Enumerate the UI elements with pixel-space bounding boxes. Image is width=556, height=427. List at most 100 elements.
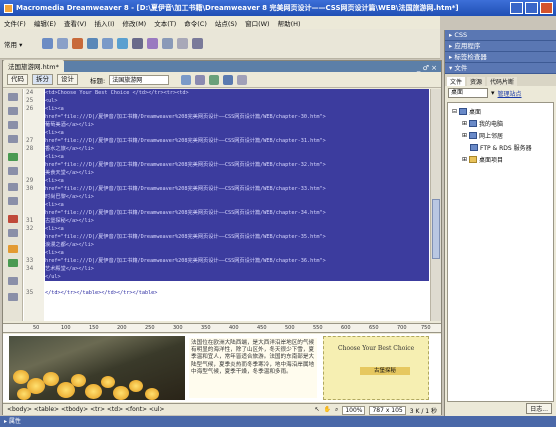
expand-all-icon[interactable] bbox=[8, 135, 18, 143]
menu-edit[interactable]: 编辑(E) bbox=[34, 18, 56, 28]
file-management-icon[interactable] bbox=[181, 74, 192, 85]
highlight-invalid-code-icon[interactable] bbox=[8, 197, 18, 205]
date-icon[interactable] bbox=[147, 38, 159, 49]
sidebox-highlight[interactable]: 古堡探秘 bbox=[360, 367, 410, 375]
tree-node-ftp-rds[interactable]: FTP & RDS 服务器 bbox=[470, 143, 532, 152]
media-icon[interactable] bbox=[132, 38, 144, 49]
chevron-down-icon[interactable]: ▾ bbox=[491, 89, 495, 97]
code-line[interactable]: <li><a bbox=[45, 249, 429, 257]
template-icon[interactable] bbox=[177, 38, 189, 49]
flowers-photo[interactable] bbox=[9, 336, 185, 400]
design-view-button[interactable]: 设计 bbox=[57, 74, 78, 85]
tag-chooser-icon[interactable] bbox=[192, 38, 204, 49]
split-view-button[interactable]: 拆分 bbox=[32, 74, 53, 85]
code-line[interactable]: </td></tr></table></td></tr></table> bbox=[45, 289, 157, 297]
code-line[interactable]: href="file:///D|/夏伊音/加工书籍/Dreamweaver%20… bbox=[45, 137, 429, 145]
files-panel-group[interactable]: ▾ 文件 bbox=[445, 63, 556, 74]
refresh-icon[interactable] bbox=[209, 74, 220, 85]
menu-view[interactable]: 查看(V) bbox=[64, 18, 87, 28]
document-tab[interactable]: 法国旅游网.htm* bbox=[3, 60, 64, 72]
comment-icon[interactable] bbox=[162, 38, 174, 49]
code-line[interactable]: 时尚巴黎</a></li> bbox=[45, 193, 429, 201]
code-line[interactable]: href="file:///D|/夏伊音/加工书籍/Dreamweaver%20… bbox=[45, 209, 429, 217]
outdent-code-icon[interactable] bbox=[8, 293, 18, 301]
layer-icon[interactable] bbox=[102, 38, 114, 49]
code-line[interactable]: <li><a bbox=[45, 177, 429, 185]
collapse-icon[interactable]: ⊟ bbox=[452, 108, 457, 115]
code-line[interactable]: 古堡探秘</a></li> bbox=[45, 217, 429, 225]
image-icon[interactable] bbox=[117, 38, 129, 49]
collapse-selection-icon[interactable] bbox=[8, 121, 18, 129]
tab-assets[interactable]: 资源 bbox=[467, 77, 486, 86]
zoom-level[interactable]: 100% bbox=[342, 406, 366, 415]
window-size[interactable]: 787 x 105 bbox=[369, 406, 406, 415]
code-line[interactable]: 香水之旅</a></li> bbox=[45, 145, 429, 153]
tab-snippets[interactable]: 代码片断 bbox=[487, 77, 518, 86]
select-tool-icon[interactable]: ↖ bbox=[314, 406, 319, 415]
code-line[interactable]: href="file:///D|/夏伊音/加工书籍/Dreamweaver%20… bbox=[45, 113, 429, 121]
code-line[interactable]: <li><a bbox=[45, 105, 429, 113]
expand-icon[interactable]: ⊞ bbox=[462, 132, 467, 139]
menu-text[interactable]: 文本(T) bbox=[154, 18, 176, 28]
table-icon[interactable] bbox=[87, 38, 99, 49]
line-numbers-icon[interactable] bbox=[8, 183, 18, 191]
view-options-icon[interactable] bbox=[223, 74, 234, 85]
code-line[interactable]: <li><a bbox=[45, 129, 429, 137]
menu-commands[interactable]: 命令(C) bbox=[184, 18, 207, 28]
tag-selector[interactable]: <body> <table> <tbody> <tr> <td> <font> … bbox=[7, 406, 164, 413]
code-view-button[interactable]: 代码 bbox=[7, 74, 28, 85]
tree-node-network[interactable]: ⊞ 网上邻居 bbox=[462, 131, 503, 140]
code-line[interactable]: 浪漫之都</a></li> bbox=[45, 241, 429, 249]
email-link-icon[interactable] bbox=[57, 38, 69, 49]
tree-node-desktop-items[interactable]: ⊞ 桌面项目 bbox=[462, 155, 503, 164]
document-window-controls[interactable]: _ ♂ × bbox=[413, 64, 441, 72]
manage-sites-link[interactable]: 管理站点 bbox=[498, 89, 522, 98]
menu-site[interactable]: 站点(S) bbox=[215, 18, 237, 28]
properties-panel-header[interactable]: ▸ 属性 bbox=[0, 416, 556, 427]
remove-comment-icon[interactable] bbox=[8, 229, 18, 237]
close-button[interactable] bbox=[540, 2, 553, 14]
log-button[interactable]: 日志... bbox=[526, 403, 552, 414]
tree-node-desktop[interactable]: ⊟ 桌面 bbox=[452, 107, 481, 116]
expand-icon[interactable]: ⊞ bbox=[462, 120, 467, 127]
code-line[interactable]: href="file:///D|/夏伊音/加工书籍/Dreamweaver%20… bbox=[45, 233, 429, 241]
menu-insert[interactable]: 插入(I) bbox=[95, 18, 115, 28]
code-line[interactable]: <td>Choose Your Best Choice </td></tr><t… bbox=[45, 89, 429, 97]
expand-icon[interactable]: ⊞ bbox=[462, 156, 467, 163]
hand-tool-icon[interactable]: ✋ bbox=[323, 406, 330, 415]
balance-braces-icon[interactable] bbox=[8, 167, 18, 175]
page-title-input[interactable] bbox=[109, 74, 170, 85]
insert-category-dropdown[interactable]: 常用 ▾ bbox=[4, 39, 22, 49]
code-line[interactable]: <li><a bbox=[45, 201, 429, 209]
code-vertical-scrollbar[interactable] bbox=[430, 89, 441, 321]
named-anchor-icon[interactable] bbox=[72, 38, 84, 49]
menu-help[interactable]: 帮助(H) bbox=[278, 18, 301, 28]
choice-sidebox[interactable]: Choose Your Best Choice 古堡探秘 bbox=[323, 336, 429, 400]
preview-browser-icon[interactable] bbox=[195, 74, 206, 85]
menu-modify[interactable]: 修改(M) bbox=[123, 18, 147, 28]
code-line[interactable]: href="file:///D|/夏伊音/加工书籍/Dreamweaver%20… bbox=[45, 161, 429, 169]
site-dropdown[interactable]: 桌面 bbox=[448, 88, 488, 98]
code-view[interactable]: 24 25 26 27 28 29 30 31 32 33 34 35 <td>… bbox=[3, 89, 441, 321]
indent-code-icon[interactable] bbox=[8, 277, 18, 285]
menu-window[interactable]: 窗口(W) bbox=[245, 18, 270, 28]
tab-files[interactable]: 文件 bbox=[447, 77, 466, 86]
select-parent-tag-icon[interactable] bbox=[8, 153, 18, 161]
menu-file[interactable]: 文件(F) bbox=[4, 18, 26, 28]
code-line[interactable]: href="file:///D|/夏伊音/加工书籍/Dreamweaver%20… bbox=[45, 257, 429, 265]
application-panel-group[interactable]: ▸ 应用程序 bbox=[445, 41, 556, 52]
hyperlink-icon[interactable] bbox=[42, 38, 54, 49]
design-view[interactable]: 法国位在欧洲大陆西端，是大西洋沿岸地区的气候有明显的海洋性，除了山区外，冬天很少… bbox=[3, 334, 441, 402]
visual-aids-icon[interactable] bbox=[237, 74, 248, 85]
wrap-tag-icon[interactable] bbox=[8, 245, 18, 253]
code-line[interactable]: href="file:///D|/夏伊音/加工书籍/Dreamweaver%20… bbox=[45, 185, 429, 193]
scrollbar-thumb[interactable] bbox=[432, 199, 440, 259]
zoom-tool-icon[interactable]: ⌕ bbox=[335, 406, 338, 415]
code-line[interactable]: 艺术殿堂</a></li> bbox=[45, 265, 429, 273]
recent-snippets-icon[interactable] bbox=[8, 259, 18, 267]
open-documents-icon[interactable] bbox=[8, 93, 18, 101]
code-line[interactable]: <li><a bbox=[45, 225, 429, 233]
apply-comment-icon[interactable] bbox=[8, 215, 18, 223]
code-line[interactable]: 美食天堂</a></li> bbox=[45, 169, 429, 177]
maximize-button[interactable] bbox=[525, 2, 538, 14]
